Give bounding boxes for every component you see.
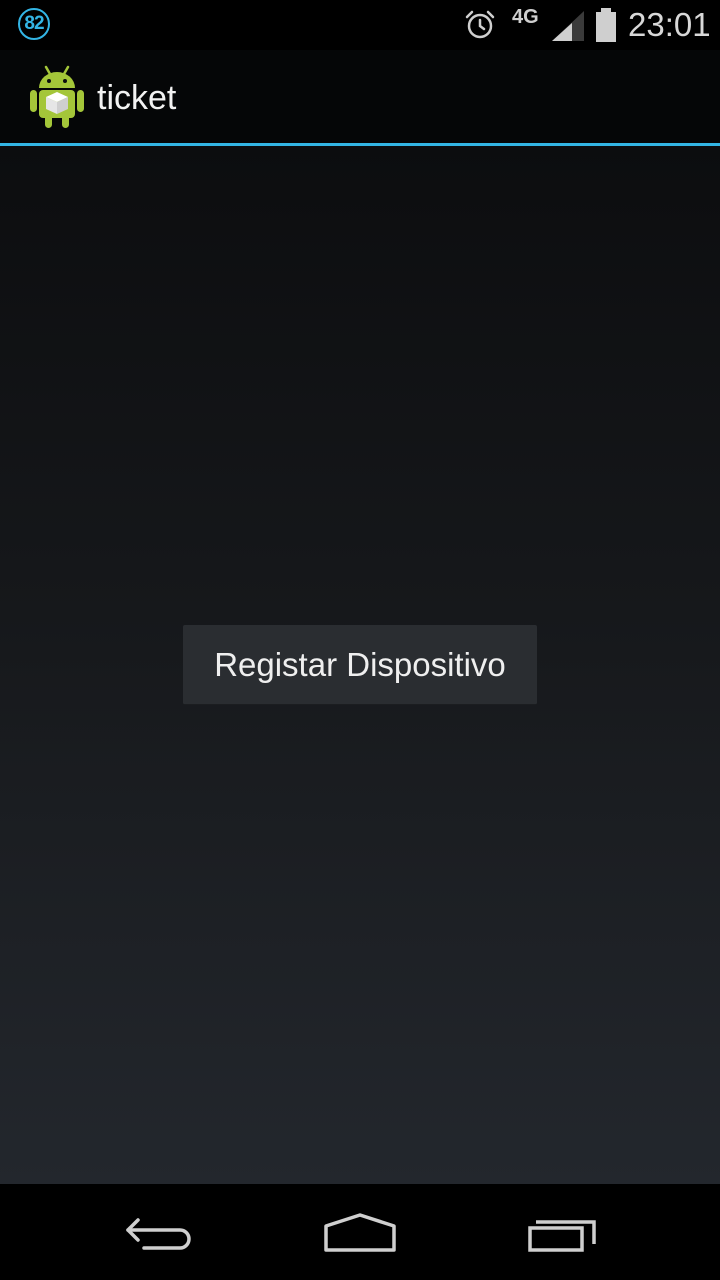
back-icon[interactable]: [120, 1206, 200, 1258]
notification-badge: 82: [18, 8, 50, 40]
app-title: ticket: [97, 79, 177, 117]
main-content: Registar Dispositivo: [0, 146, 720, 1184]
battery-icon: [596, 8, 616, 42]
recents-icon[interactable]: [520, 1206, 600, 1258]
status-clock: 23:01: [628, 6, 711, 43]
signal-icon: [552, 11, 584, 41]
register-device-button[interactable]: Registar Dispositivo: [183, 625, 537, 705]
screen: 82 4G 23:01 ticket Registar Dispositivo: [0, 0, 720, 1280]
navigation-bar: [0, 1184, 720, 1280]
network-type-label: 4G: [512, 6, 539, 28]
action-bar: ticket: [0, 50, 720, 143]
alarm-icon: [465, 10, 495, 39]
home-icon[interactable]: [320, 1206, 400, 1258]
status-bar: 82 4G 23:01: [0, 0, 720, 50]
android-app-icon[interactable]: [28, 64, 86, 130]
